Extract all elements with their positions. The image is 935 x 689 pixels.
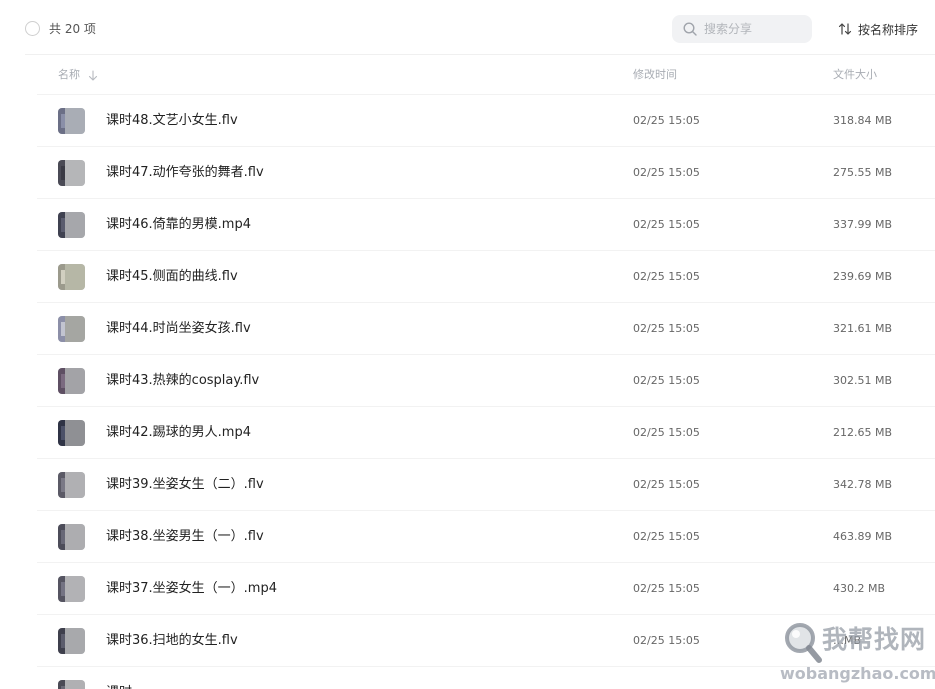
file-name[interactable]: 课时42.踢球的男人.mp4 bbox=[106, 425, 251, 441]
table-row[interactable]: 课时44.时尚坐姿女孩.flv 02/25 15:05 321.61 MB bbox=[0, 303, 935, 355]
file-modified-time: 02/25 15:05 bbox=[633, 478, 700, 491]
file-size: 239.69 MB bbox=[833, 270, 893, 283]
table-row[interactable]: 课时43.热辣的cosplay.flv 02/25 15:05 302.51 MB bbox=[0, 355, 935, 407]
file-modified-time: 02/25 15:05 bbox=[633, 530, 700, 543]
thumbnail-segment bbox=[65, 420, 85, 446]
file-modified-time: 02/25 15:05 bbox=[633, 270, 700, 283]
file-list-page: 共 20 项 按名称排序 名称 修改时间 文件大小 课时48.文艺 bbox=[0, 0, 935, 689]
file-size: 337.99 MB bbox=[833, 218, 893, 231]
file-size: 430.2 MB bbox=[833, 582, 886, 595]
table-row[interactable]: 课时37.坐姿女生（一）.mp4 02/25 15:05 430.2 MB bbox=[0, 563, 935, 615]
thumbnail-segment bbox=[61, 478, 65, 492]
file-size: 275.55 MB bbox=[833, 166, 893, 179]
thumbnail-segment bbox=[61, 582, 65, 596]
thumbnail-segment bbox=[61, 374, 65, 388]
video-thumbnail bbox=[58, 680, 85, 689]
column-header-size[interactable]: 文件大小 bbox=[833, 69, 877, 81]
file-size: 318.84 MB bbox=[833, 114, 893, 127]
thumbnail-segment bbox=[61, 426, 65, 440]
thumbnail-segment bbox=[65, 108, 85, 134]
video-thumbnail bbox=[58, 524, 85, 550]
select-all-checkbox[interactable] bbox=[25, 21, 40, 36]
file-name[interactable]: 课时37.坐姿女生（一）.mp4 bbox=[106, 581, 277, 597]
file-size: 342.78 MB bbox=[833, 478, 893, 491]
toolbar: 共 20 项 按名称排序 bbox=[0, 0, 935, 56]
magnifier-logo-icon bbox=[785, 623, 822, 663]
table-row[interactable]: 课时38.坐姿男生（一）.flv 02/25 15:05 463.89 MB bbox=[0, 511, 935, 563]
column-header-name[interactable]: 名称 bbox=[58, 69, 98, 81]
video-thumbnail bbox=[58, 420, 85, 446]
file-name[interactable]: 课时48.文艺小女生.flv bbox=[106, 113, 238, 129]
file-size: 302.51 MB bbox=[833, 374, 893, 387]
thumbnail-segment bbox=[65, 576, 85, 602]
file-name[interactable]: 课时47.动作夸张的舞者.flv bbox=[106, 165, 264, 181]
file-size: 321.61 MB bbox=[833, 322, 893, 335]
watermark: 我帮找网 wobangzhao.com bbox=[780, 618, 935, 689]
video-thumbnail bbox=[58, 264, 85, 290]
file-modified-time: 02/25 15:05 bbox=[633, 114, 700, 127]
table-row[interactable]: 课时39.坐姿女生（二）.flv 02/25 15:05 342.78 MB bbox=[0, 459, 935, 511]
thumbnail-segment bbox=[65, 628, 85, 654]
file-name[interactable]: 课时46.倚靠的男模.mp4 bbox=[106, 217, 251, 233]
thumbnail-segment bbox=[65, 472, 85, 498]
file-name[interactable]: 课时… bbox=[106, 685, 145, 689]
search-icon bbox=[683, 22, 697, 36]
file-list: 课时48.文艺小女生.flv 02/25 15:05 318.84 MB 课时47.动… bbox=[0, 95, 935, 689]
video-thumbnail bbox=[58, 212, 85, 238]
thumbnail-segment bbox=[65, 316, 85, 342]
video-thumbnail bbox=[58, 368, 85, 394]
thumbnail-segment bbox=[65, 160, 85, 186]
sort-down-arrow-icon bbox=[88, 69, 98, 81]
thumbnail-segment bbox=[65, 212, 85, 238]
file-size: 212.65 MB bbox=[833, 426, 893, 439]
thumbnail-segment bbox=[61, 530, 65, 544]
file-modified-time: 02/25 15:05 bbox=[633, 426, 700, 439]
video-thumbnail bbox=[58, 472, 85, 498]
file-name[interactable]: 课时45.侧面的曲线.flv bbox=[106, 269, 238, 285]
table-row[interactable]: 课时45.侧面的曲线.flv 02/25 15:05 239.69 MB bbox=[0, 251, 935, 303]
file-size: 463.89 MB bbox=[833, 530, 893, 543]
video-thumbnail bbox=[58, 316, 85, 342]
file-name[interactable]: 课时43.热辣的cosplay.flv bbox=[106, 373, 259, 389]
watermark-url: wobangzhao.com bbox=[780, 664, 935, 683]
sort-by-name-button[interactable]: 按名称排序 bbox=[838, 20, 918, 38]
file-name[interactable]: 课时36.扫地的女生.flv bbox=[106, 633, 238, 649]
thumbnail-segment bbox=[61, 322, 65, 336]
thumbnail-segment bbox=[61, 166, 65, 180]
thumbnail-segment bbox=[65, 264, 85, 290]
watermark-brand: 我帮找网 bbox=[822, 625, 927, 654]
thumbnail-segment bbox=[61, 114, 65, 128]
file-modified-time: 02/25 15:05 bbox=[633, 374, 700, 387]
file-modified-time: 02/25 15:05 bbox=[633, 322, 700, 335]
thumbnail-segment bbox=[65, 524, 85, 550]
search-box[interactable] bbox=[672, 15, 812, 43]
table-row[interactable]: 课时47.动作夸张的舞者.flv 02/25 15:05 275.55 MB bbox=[0, 147, 935, 199]
video-thumbnail bbox=[58, 628, 85, 654]
table-row[interactable]: 课时48.文艺小女生.flv 02/25 15:05 318.84 MB bbox=[0, 95, 935, 147]
sort-icon bbox=[838, 23, 852, 35]
table-row[interactable]: 课时42.踢球的男人.mp4 02/25 15:05 212.65 MB bbox=[0, 407, 935, 459]
thumbnail-segment bbox=[61, 634, 65, 648]
file-modified-time: 02/25 15:05 bbox=[633, 582, 700, 595]
file-modified-time: 02/25 15:05 bbox=[633, 166, 700, 179]
file-name[interactable]: 课时38.坐姿男生（一）.flv bbox=[106, 529, 264, 545]
column-header-modified[interactable]: 修改时间 bbox=[633, 69, 677, 81]
video-thumbnail bbox=[58, 108, 85, 134]
thumbnail-segment bbox=[65, 680, 85, 689]
search-input[interactable] bbox=[704, 19, 804, 39]
file-modified-time: 02/25 15:05 bbox=[633, 218, 700, 231]
thumbnail-segment bbox=[61, 218, 65, 232]
video-thumbnail bbox=[58, 576, 85, 602]
table-header: 名称 修改时间 文件大小 bbox=[0, 55, 935, 95]
item-count: 共 20 项 bbox=[49, 22, 96, 36]
column-name-label: 名称 bbox=[58, 68, 80, 81]
thumbnail-segment bbox=[61, 270, 65, 284]
table-row[interactable]: 课时46.倚靠的男模.mp4 02/25 15:05 337.99 MB bbox=[0, 199, 935, 251]
file-name[interactable]: 课时44.时尚坐姿女孩.flv bbox=[106, 321, 251, 337]
file-modified-time: 02/25 15:05 bbox=[633, 634, 700, 647]
video-thumbnail bbox=[58, 160, 85, 186]
thumbnail-segment bbox=[65, 368, 85, 394]
file-name[interactable]: 课时39.坐姿女生（二）.flv bbox=[106, 477, 264, 493]
sort-label: 按名称排序 bbox=[858, 22, 919, 37]
